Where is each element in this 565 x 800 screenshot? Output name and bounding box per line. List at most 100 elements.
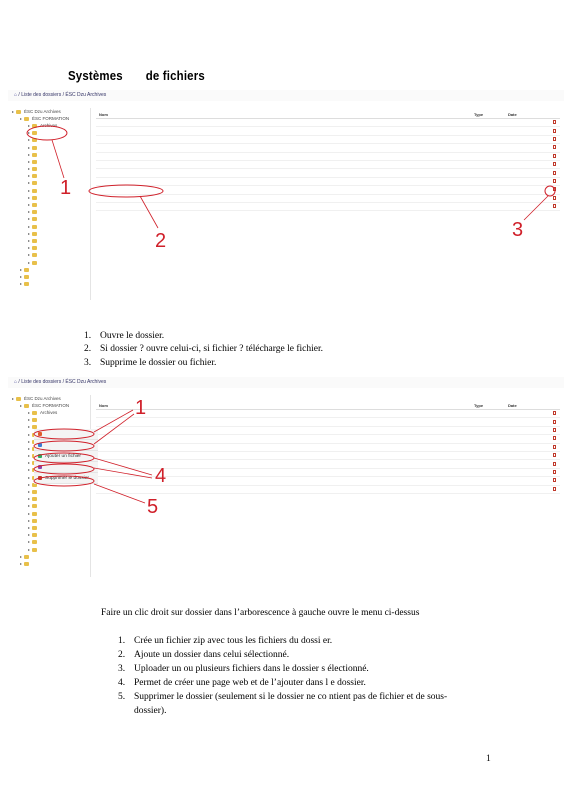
expand-arrow-icon[interactable]: [28, 247, 30, 250]
context-menu-item[interactable]: Ajouter un fichier: [34, 451, 98, 462]
expand-arrow-icon[interactable]: [28, 196, 30, 199]
expand-arrow-icon[interactable]: [28, 534, 30, 537]
expand-arrow-icon[interactable]: [28, 204, 30, 207]
expand-arrow-icon[interactable]: [28, 469, 30, 472]
expand-arrow-icon[interactable]: [28, 254, 30, 257]
expand-arrow-icon[interactable]: [20, 283, 22, 286]
expand-arrow-icon[interactable]: [20, 562, 22, 565]
expand-arrow-icon[interactable]: [28, 548, 30, 551]
expand-arrow-icon[interactable]: [28, 440, 30, 443]
table-row[interactable]: [96, 178, 560, 187]
table-row[interactable]: [96, 427, 560, 436]
tree-node[interactable]: [8, 560, 90, 567]
tree-node[interactable]: [8, 223, 90, 230]
tree-node[interactable]: [8, 130, 90, 137]
expand-arrow-icon[interactable]: [28, 419, 30, 422]
expand-arrow-icon[interactable]: [28, 182, 30, 185]
expand-arrow-icon[interactable]: [28, 455, 30, 458]
expand-arrow-icon[interactable]: [28, 411, 30, 414]
tree-node[interactable]: [8, 539, 90, 546]
expand-arrow-icon[interactable]: [28, 211, 30, 214]
trash-icon[interactable]: [552, 120, 556, 125]
home-icon[interactable]: ⌂: [14, 379, 17, 385]
expand-arrow-icon[interactable]: [28, 426, 30, 429]
table-row[interactable]: [96, 435, 560, 444]
context-menu-item[interactable]: [34, 462, 98, 473]
expand-arrow-icon[interactable]: [28, 225, 30, 228]
tree-node[interactable]: [8, 281, 90, 288]
trash-icon[interactable]: [552, 444, 556, 449]
tree-node[interactable]: [8, 252, 90, 259]
tree-node[interactable]: [8, 532, 90, 539]
tree-node[interactable]: [8, 245, 90, 252]
breadcrumb-path[interactable]: / Liste des dossiers / ÉSC Dzu Archives: [18, 92, 106, 98]
column-name[interactable]: Nom: [96, 403, 474, 408]
expand-arrow-icon[interactable]: [12, 397, 14, 400]
trash-icon[interactable]: [552, 419, 556, 424]
expand-arrow-icon[interactable]: [28, 261, 30, 264]
table-row[interactable]: [96, 169, 560, 178]
tree-node[interactable]: [8, 151, 90, 158]
tree-node[interactable]: ÉSC FORMATION: [8, 402, 90, 409]
trash-icon[interactable]: [552, 195, 556, 200]
home-icon[interactable]: ⌂: [14, 92, 17, 98]
tree-node[interactable]: [8, 216, 90, 223]
column-type[interactable]: Type: [474, 112, 508, 117]
tree-node[interactable]: [8, 230, 90, 237]
expand-arrow-icon[interactable]: [28, 146, 30, 149]
column-name[interactable]: Nom: [96, 112, 474, 117]
trash-icon[interactable]: [552, 153, 556, 158]
tree-node[interactable]: [8, 517, 90, 524]
table-row[interactable]: [96, 136, 560, 145]
column-date[interactable]: Date: [508, 112, 548, 117]
trash-icon[interactable]: [552, 427, 556, 432]
tree-node[interactable]: [8, 158, 90, 165]
tree-node[interactable]: [8, 201, 90, 208]
tree-node[interactable]: [8, 496, 90, 503]
tree-node[interactable]: Archives: [8, 122, 90, 129]
expand-arrow-icon[interactable]: [28, 505, 30, 508]
trash-icon[interactable]: [552, 486, 556, 491]
trash-icon[interactable]: [552, 469, 556, 474]
expand-arrow-icon[interactable]: [20, 268, 22, 271]
expand-arrow-icon[interactable]: [28, 124, 30, 127]
table-row[interactable]: [96, 452, 560, 461]
expand-arrow-icon[interactable]: [28, 433, 30, 436]
table-row[interactable]: [96, 144, 560, 153]
table-row[interactable]: [96, 127, 560, 136]
table-row[interactable]: [96, 161, 560, 170]
table-row[interactable]: [96, 444, 560, 452]
trash-icon[interactable]: [552, 436, 556, 441]
tree-node[interactable]: [8, 173, 90, 180]
tree-node[interactable]: [8, 137, 90, 144]
table-row[interactable]: [96, 153, 560, 161]
table-row[interactable]: [96, 186, 560, 195]
expand-arrow-icon[interactable]: [20, 404, 22, 407]
expand-arrow-icon[interactable]: [28, 153, 30, 156]
expand-arrow-icon[interactable]: [28, 498, 30, 501]
trash-icon[interactable]: [552, 170, 556, 175]
table-row[interactable]: [96, 195, 560, 203]
expand-arrow-icon[interactable]: [20, 117, 22, 120]
expand-arrow-icon[interactable]: [28, 541, 30, 544]
column-type[interactable]: Type: [474, 403, 508, 408]
tree-node[interactable]: [8, 259, 90, 266]
tree-node[interactable]: [8, 180, 90, 187]
tree-node[interactable]: [8, 166, 90, 173]
expand-arrow-icon[interactable]: [28, 476, 30, 479]
column-date[interactable]: Date: [508, 403, 548, 408]
table-row[interactable]: [96, 119, 560, 128]
tree-node[interactable]: [8, 553, 90, 560]
tree-node[interactable]: [8, 524, 90, 531]
expand-arrow-icon[interactable]: [28, 239, 30, 242]
tree-node[interactable]: ÉSC FORMATION: [8, 115, 90, 122]
trash-icon[interactable]: [552, 162, 556, 167]
expand-arrow-icon[interactable]: [28, 175, 30, 178]
context-menu-item[interactable]: Supprimer le dossier: [34, 473, 98, 484]
tree-node[interactable]: [8, 237, 90, 244]
trash-icon[interactable]: [552, 187, 556, 192]
expand-arrow-icon[interactable]: [28, 132, 30, 135]
trash-icon[interactable]: [552, 478, 556, 483]
expand-arrow-icon[interactable]: [28, 526, 30, 529]
expand-arrow-icon[interactable]: [28, 218, 30, 221]
